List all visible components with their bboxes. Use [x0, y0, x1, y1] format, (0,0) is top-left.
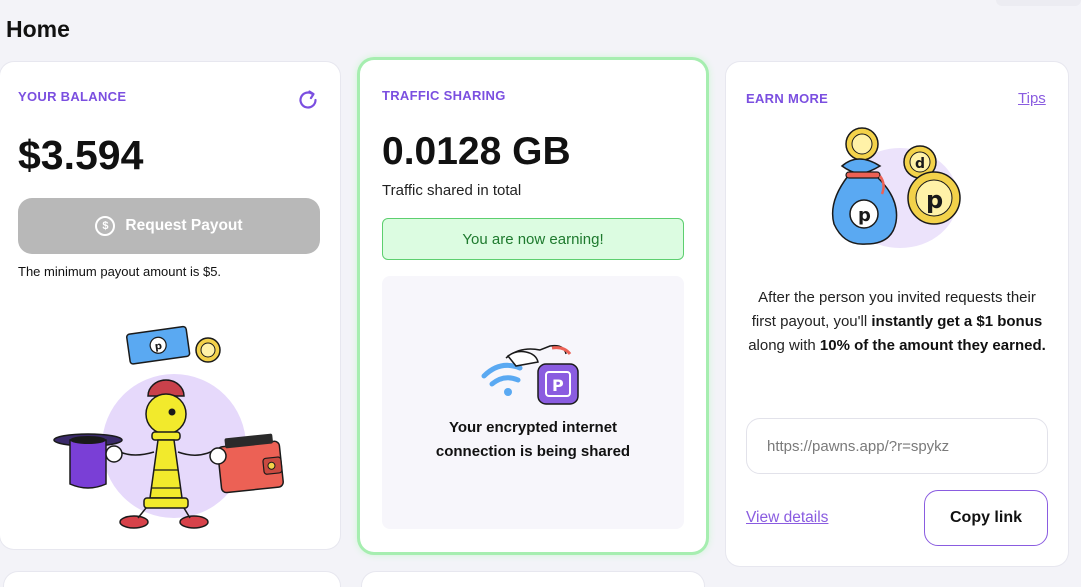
dollar-circle-icon: $ — [95, 216, 116, 236]
pawn-mascot-illustration: p — [53, 325, 284, 529]
next-card-top-1 — [4, 572, 340, 587]
money-bag-illustration: p d p — [831, 127, 961, 248]
svg-text:p: p — [154, 341, 163, 353]
referral-description: After the person you invited requests th… — [746, 286, 1048, 358]
svg-text:p: p — [858, 205, 871, 226]
earn-more-card: EARN MORE Tips p d p After the person yo… — [726, 62, 1068, 566]
referral-desc-text-2: along with — [748, 337, 820, 354]
svg-text:p: p — [926, 186, 943, 214]
sharing-message-line2: connection is being shared — [435, 443, 631, 460]
request-payout-label: Request Payout — [125, 217, 243, 234]
referral-link-input[interactable] — [746, 418, 1048, 474]
earn-card-title: EARN MORE — [746, 91, 829, 106]
request-payout-button[interactable]: $ Request Payout — [18, 198, 320, 254]
earning-status-badge: You are now earning! — [382, 218, 684, 260]
minimum-payout-note: The minimum payout amount is $5. — [18, 264, 222, 279]
svg-text:P: P — [552, 376, 564, 395]
top-edge-strip — [996, 0, 1081, 6]
tips-link[interactable]: Tips — [1018, 90, 1046, 107]
sharing-info-panel: P Your encrypted internet connection is … — [382, 276, 684, 529]
page-title: Home — [6, 16, 70, 42]
sharing-message-line1: Your encrypted internet — [448, 419, 618, 436]
sharing-message: Your encrypted internet connection is be… — [382, 416, 684, 464]
traffic-subtitle: Traffic shared in total — [382, 182, 522, 199]
copy-link-button[interactable]: Copy link — [924, 490, 1048, 546]
svg-text:d: d — [915, 156, 925, 172]
wifi-sharing-illustration: P — [481, 344, 579, 405]
balance-card: YOUR BALANCE $3.594 $ Request Payout The… — [0, 62, 340, 549]
balance-amount: $3.594 — [18, 132, 144, 178]
refresh-icon[interactable] — [296, 88, 320, 112]
balance-card-title: YOUR BALANCE — [18, 89, 127, 104]
traffic-amount: 0.0128 GB — [382, 130, 571, 173]
referral-desc-bold-1: instantly get a $1 bonus — [871, 313, 1043, 330]
traffic-sharing-card: TRAFFIC SHARING 0.0128 GB Traffic shared… — [360, 60, 706, 552]
referral-desc-bold-2: 10% of the amount they earned. — [819, 337, 1046, 354]
view-details-link[interactable]: View details — [746, 509, 828, 527]
next-card-top-2 — [362, 572, 704, 587]
traffic-card-title: TRAFFIC SHARING — [382, 88, 506, 103]
